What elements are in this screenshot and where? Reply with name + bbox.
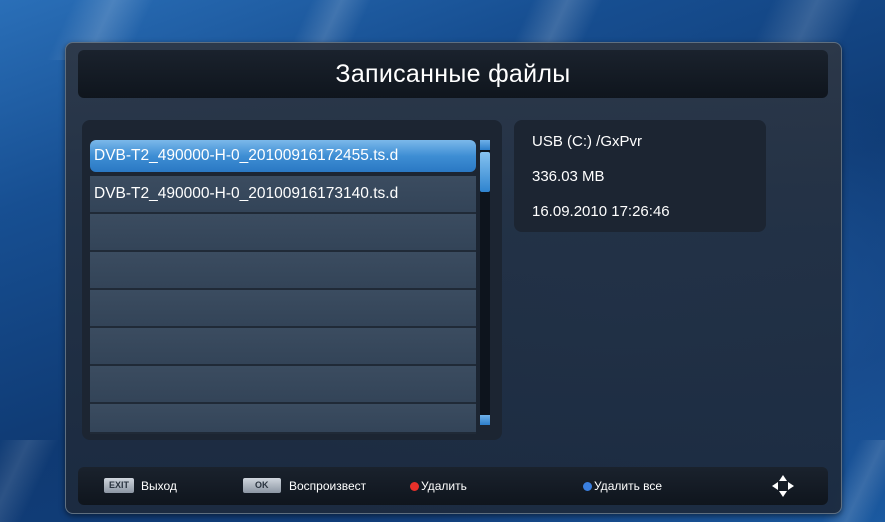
- scrollbar[interactable]: [480, 140, 490, 425]
- scroll-thumb[interactable]: [480, 152, 490, 192]
- navigation-arrows-icon: [772, 475, 794, 497]
- footer-hint-bar: EXIT Выход OK Воспроизвест Удалить Удали…: [78, 467, 828, 505]
- file-row-empty: [90, 366, 476, 404]
- file-path: USB (C:) /GxPvr: [532, 133, 643, 150]
- file-row-empty: [90, 214, 476, 252]
- title-bar: Записанные файлы: [78, 50, 828, 98]
- scroll-up-arrow[interactable]: [480, 140, 490, 150]
- page-title: Записанные файлы: [335, 59, 571, 88]
- exit-key-icon[interactable]: EXIT: [104, 478, 135, 493]
- file-row[interactable]: DVB-T2_490000-H-0_20100916173140.ts.d: [90, 176, 476, 214]
- tv-screen: Записанные файлы DVB-T2_490000-H-0_20100…: [0, 0, 885, 522]
- exit-label: Выход: [141, 479, 177, 493]
- background-streak: [0, 440, 60, 522]
- delete-label: Удалить: [421, 479, 467, 493]
- file-size: 336.03 MB: [532, 168, 605, 185]
- file-row-empty: [90, 404, 476, 434]
- file-datetime: 16.09.2010 17:26:46: [532, 203, 670, 220]
- scroll-down-arrow[interactable]: [480, 415, 490, 425]
- file-row-selected[interactable]: DVB-T2_490000-H-0_20100916172455.ts.d: [90, 140, 476, 172]
- file-info-box: USB (C:) /GxPvr 336.03 MB 16.09.2010 17:…: [514, 120, 766, 232]
- play-label: Воспроизвест: [289, 479, 367, 493]
- red-dot-icon[interactable]: [410, 482, 419, 491]
- ok-key-icon[interactable]: OK: [243, 478, 281, 493]
- blue-dot-icon[interactable]: [583, 482, 592, 491]
- file-list: DVB-T2_490000-H-0_20100916172455.ts.d DV…: [82, 120, 502, 440]
- delete-all-label: Удалить все: [594, 479, 663, 493]
- file-rows: DVB-T2_490000-H-0_20100916172455.ts.d DV…: [90, 140, 476, 434]
- file-row-empty: [90, 290, 476, 328]
- file-row-empty: [90, 328, 476, 366]
- file-row-empty: [90, 252, 476, 290]
- recorded-files-panel: Записанные файлы DVB-T2_490000-H-0_20100…: [65, 42, 842, 514]
